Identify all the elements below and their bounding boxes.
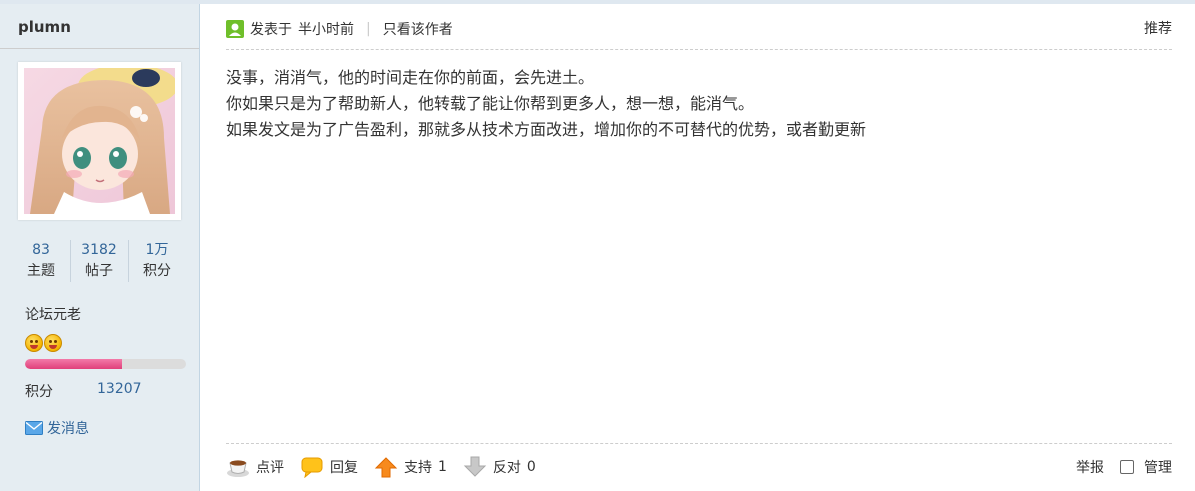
send-message-link[interactable]: 发消息: [25, 418, 89, 438]
content-line: 你如果只是为了帮助新人，他转载了能让你帮到更多人，想一想，能消气。: [226, 94, 755, 113]
support-label: 支持: [404, 460, 432, 476]
stat-posts[interactable]: 3182 帖子: [70, 240, 128, 282]
level-progress-bar: [25, 359, 186, 369]
send-message-label: 发消息: [47, 421, 89, 437]
stat-points[interactable]: 1万 积分: [128, 240, 186, 282]
reply-label: 回复: [330, 460, 358, 476]
manage-link[interactable]: 管理: [1144, 457, 1172, 477]
comment-label: 点评: [256, 460, 284, 476]
points-row: 积分 13207: [25, 381, 142, 401]
stat-points-label: 积分: [143, 263, 171, 279]
coffee-cup-icon: [227, 460, 249, 477]
report-link[interactable]: 举报: [1076, 457, 1104, 477]
smiley-medal-icon: [44, 334, 62, 352]
stat-topics-value: 83: [32, 242, 50, 258]
stat-topics-label: 主题: [27, 263, 55, 279]
footer-divider: [226, 443, 1172, 444]
recommend-link[interactable]: 推荐: [1144, 18, 1172, 38]
speech-bubble-icon: [301, 457, 323, 478]
only-author-link[interactable]: 只看该作者: [383, 19, 453, 39]
points-value: 13207: [97, 381, 142, 397]
points-label: 积分: [25, 384, 53, 400]
avatar[interactable]: [18, 62, 181, 220]
envelope-icon: [25, 421, 43, 435]
avatar-image: [24, 68, 175, 214]
user-icon: [226, 20, 244, 38]
post-main: 发表于 半小时前 | 只看该作者 推荐 没事，消消气，他的时间走在你的前面，会先…: [226, 4, 1172, 491]
stat-topics[interactable]: 83 主题: [12, 240, 70, 282]
oppose-count: 0: [526, 459, 536, 475]
arrow-down-icon: [463, 456, 487, 477]
posted-prefix: 发表于: [250, 22, 292, 38]
smiley-medal-icon: [25, 334, 43, 352]
medals: [25, 334, 62, 352]
oppose-label: 反对: [492, 460, 521, 476]
stat-posts-label: 帖子: [85, 263, 113, 279]
arrow-up-icon: [374, 457, 398, 478]
support-count: 1: [438, 459, 447, 475]
post-header: 发表于 半小时前 | 只看该作者 推荐: [226, 18, 1172, 40]
username-divider: [0, 48, 199, 49]
reply-button[interactable]: 回复: [300, 456, 358, 478]
user-rank[interactable]: 论坛元老: [25, 304, 81, 324]
post-admin-actions: 举报 管理: [1076, 455, 1172, 479]
header-divider: [226, 49, 1172, 50]
header-separator: |: [366, 21, 371, 37]
author-sidebar: plumn 83 主题 3182 帖子 1万 积分 论坛元老 积分 13207 …: [0, 4, 200, 491]
content-line: 如果发文是为了广告盈利，那就多从技术方面改进，增加你的不可替代的优势，或者勤更新: [226, 120, 867, 139]
author-stats: 83 主题 3182 帖子 1万 积分: [12, 240, 186, 282]
post-content: 没事，消消气，他的时间走在你的前面，会先进土。 你如果只是为了帮助新人，他转载了…: [226, 65, 1172, 143]
posted-time: 半小时前: [298, 22, 354, 38]
level-progress-fill: [25, 359, 122, 369]
comment-button[interactable]: 点评: [226, 456, 284, 478]
stat-points-value: 1万: [145, 242, 169, 258]
content-line: 没事，消消气，他的时间走在你的前面，会先进土。: [226, 68, 595, 87]
manage-checkbox[interactable]: [1120, 460, 1134, 474]
oppose-button[interactable]: 反对 0: [463, 456, 536, 478]
post-actions: 点评 回复 支持 1 反对 0 举报 管理: [226, 455, 1172, 479]
author-username[interactable]: plumn: [18, 18, 71, 36]
support-button[interactable]: 支持 1: [374, 456, 447, 478]
stat-posts-value: 3182: [81, 242, 117, 258]
